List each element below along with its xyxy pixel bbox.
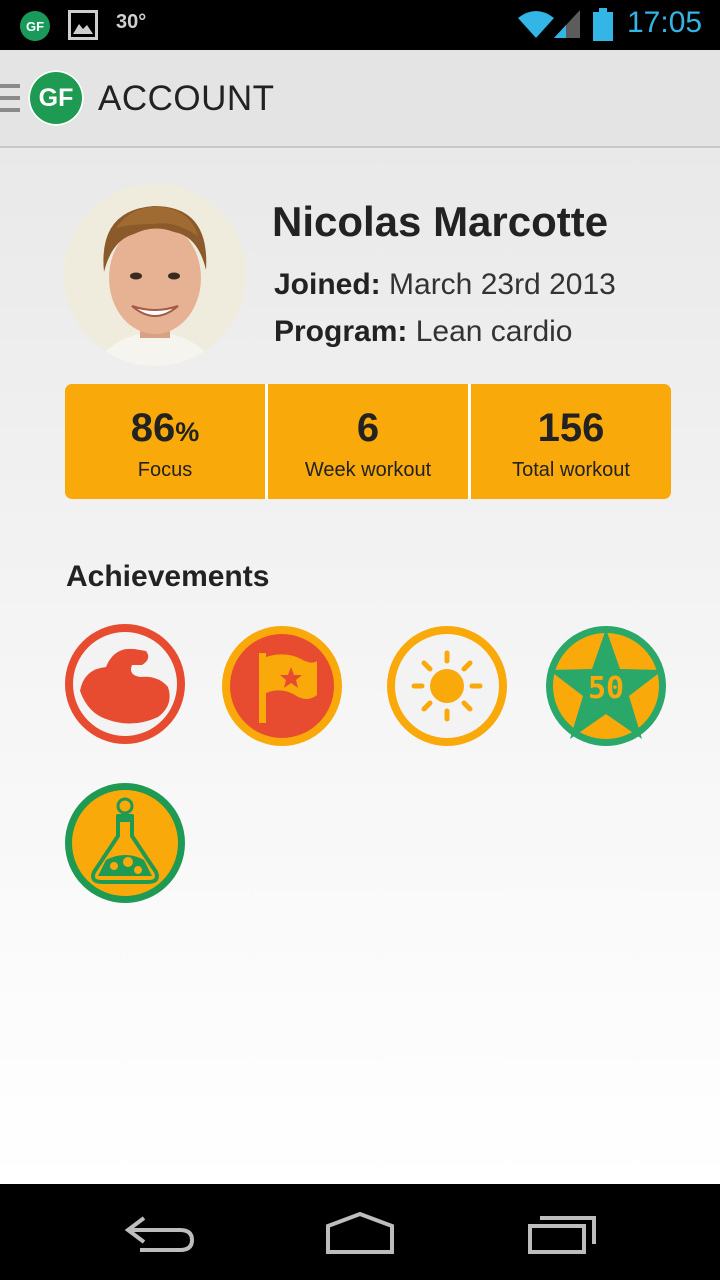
clock-text: 17:05 (627, 6, 703, 39)
stat-week-workout[interactable]: 6 Week workout (265, 384, 468, 499)
avatar (64, 184, 246, 366)
program-line: Program: Lean cardio (274, 315, 573, 349)
wifi-icon (518, 11, 554, 38)
account-content: Nicolas Marcotte Joined: March 23rd 2013… (0, 148, 720, 1184)
stats-panel: 86% Focus 6 Week workout 156 Total worko… (65, 384, 671, 499)
stat-label: Week workout (304, 459, 432, 481)
app-notification-icon: GF (20, 11, 50, 41)
home-icon[interactable] (320, 1208, 400, 1256)
stat-value: 156 (537, 406, 605, 450)
muscle-badge-icon[interactable] (62, 621, 188, 747)
signal-icon (554, 10, 580, 38)
achievements-heading: Achievements (66, 560, 270, 593)
program-value: Lean cardio (415, 315, 573, 348)
profile-name: Nicolas Marcotte (272, 198, 609, 245)
joined-label: Joined: (274, 268, 381, 301)
back-icon[interactable] (120, 1208, 200, 1256)
action-bar: GF ACCOUNT (0, 50, 720, 148)
svg-text:50: 50 (588, 671, 624, 706)
stat-value: 86% (130, 406, 200, 450)
temperature-text: 30° (116, 11, 147, 33)
page-title: ACCOUNT (98, 79, 275, 118)
drawer-menu-icon[interactable] (0, 84, 20, 112)
stat-total-workout[interactable]: 156 Total workout (468, 384, 671, 499)
potion-badge-icon[interactable] (62, 780, 188, 906)
gallery-icon (68, 10, 98, 40)
recent-apps-icon[interactable] (522, 1208, 602, 1256)
stat-focus[interactable]: 86% Focus (65, 384, 265, 499)
program-label: Program: (274, 315, 408, 348)
stat-value: 6 (356, 406, 380, 450)
joined-line: Joined: March 23rd 2013 (274, 268, 616, 302)
stat-label: Focus (137, 459, 193, 481)
sun-badge-icon[interactable] (384, 623, 510, 749)
flag-badge-icon[interactable] (219, 623, 345, 749)
navigation-bar (0, 1184, 720, 1280)
joined-value: March 23rd 2013 (389, 268, 616, 301)
star-50-badge-icon[interactable]: 50 (543, 623, 669, 749)
battery-icon (593, 8, 613, 41)
stat-label: Total workout (512, 459, 630, 481)
app-logo[interactable]: GF (28, 70, 84, 126)
status-bar: GF 30° 17:05 (0, 0, 720, 50)
